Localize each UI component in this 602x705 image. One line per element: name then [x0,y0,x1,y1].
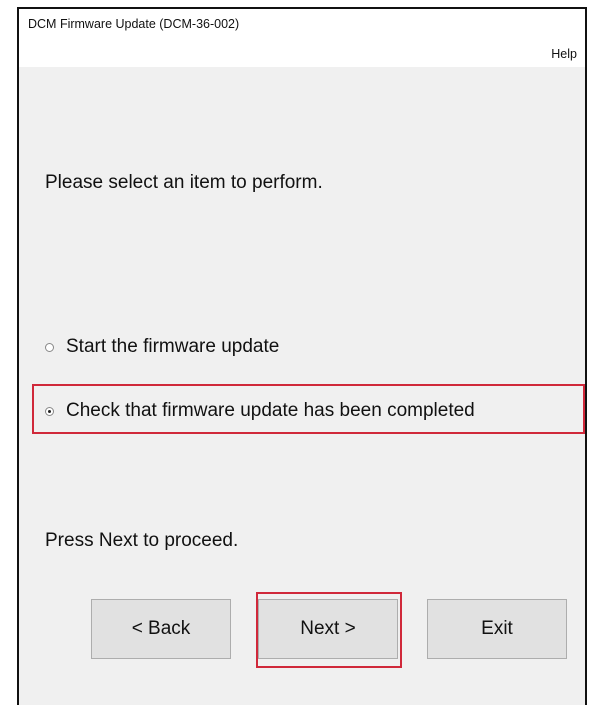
radio-button-unchecked[interactable] [45,342,54,352]
window-title: DCM Firmware Update (DCM-36-002) [28,17,240,31]
option-label: Check that firmware update has been comp… [66,400,475,421]
proceed-hint: Press Next to proceed. [45,530,239,551]
help-menu[interactable]: Help [551,47,577,61]
dialog-window: DCM Firmware Update (DCM-36-002) Help Pl… [17,7,587,705]
radio-button-checked[interactable] [45,406,54,416]
exit-button[interactable]: Exit [427,599,567,659]
option-label: Start the firmware update [66,336,280,357]
option-check-completed[interactable]: Check that firmware update has been comp… [45,400,475,422]
title-bar: DCM Firmware Update (DCM-36-002) Help [19,9,585,67]
option-start-update[interactable]: Start the firmware update [45,336,279,358]
instruction-text: Please select an item to perform. [45,172,323,193]
back-button[interactable]: < Back [91,599,231,659]
next-button[interactable]: Next > [258,599,398,659]
